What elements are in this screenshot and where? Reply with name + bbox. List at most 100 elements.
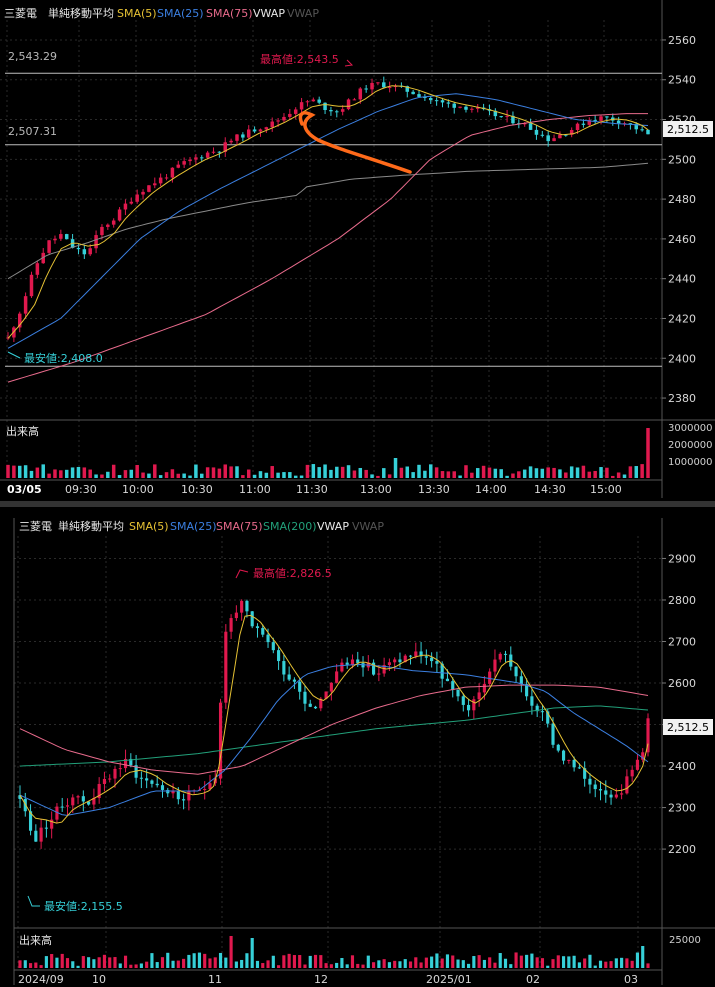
- ytick-label: 2480: [668, 193, 696, 206]
- volume-bar: [399, 467, 404, 478]
- daily-legend-sma5[interactable]: SMA(5): [129, 520, 169, 533]
- daily-legend-sma200[interactable]: SMA(200): [263, 520, 317, 533]
- volume-bar: [387, 474, 392, 478]
- candle: [329, 682, 333, 692]
- volume-bar: [575, 467, 580, 478]
- candle: [241, 134, 245, 138]
- xtick-label: 2025/01: [426, 973, 472, 986]
- candle: [255, 626, 260, 629]
- candle: [35, 263, 40, 275]
- volume-bar: [540, 958, 545, 968]
- candle: [235, 134, 239, 141]
- volume-bar: [572, 955, 576, 968]
- candle: [417, 94, 421, 97]
- legend-vwap[interactable]: VWAP: [253, 7, 285, 20]
- candle: [158, 177, 163, 184]
- xtick-label: 09:30: [65, 483, 97, 496]
- volume-bar: [182, 958, 186, 968]
- candle: [164, 177, 169, 179]
- volume-bar: [145, 961, 149, 968]
- candle: [106, 224, 110, 227]
- volume-bar: [60, 953, 64, 968]
- volume-bar: [583, 958, 587, 968]
- xtick-label: 2024/09: [18, 973, 64, 986]
- volume-bar: [451, 955, 455, 968]
- candle: [456, 689, 460, 697]
- intraday-stock-name: 三菱電: [4, 7, 37, 20]
- candle: [581, 123, 586, 125]
- volume-bar: [593, 965, 597, 968]
- candle: [250, 611, 254, 627]
- candle: [108, 778, 112, 780]
- candle: [477, 692, 481, 700]
- volume-bar: [511, 473, 515, 478]
- legend-sma25[interactable]: SMA(25): [157, 7, 204, 20]
- volume-bar: [622, 474, 627, 478]
- volume-bar: [197, 952, 201, 968]
- candle: [434, 100, 439, 102]
- xtick-label: 14:00: [475, 483, 507, 496]
- candle: [217, 151, 222, 153]
- volume-bar: [81, 956, 85, 968]
- volume-bar: [452, 471, 456, 478]
- volume-bar: [134, 964, 138, 968]
- candle: [620, 793, 624, 795]
- volume-bar: [646, 963, 650, 968]
- candle: [577, 767, 581, 769]
- candle: [311, 99, 316, 102]
- volume-bar: [100, 474, 104, 478]
- volume-bar: [628, 466, 633, 478]
- legend-vwap-2[interactable]: VWAP: [287, 7, 319, 20]
- candle: [141, 191, 145, 195]
- xtick-label: 10: [92, 973, 106, 986]
- daily-legend: 三菱電 単純移動平均 SMA(5) SMA(25) SMA(75) SMA(20…: [19, 519, 384, 533]
- volume-bar: [271, 955, 275, 968]
- volume-bar: [503, 958, 508, 968]
- volume-bar: [261, 963, 265, 968]
- ytick-label: 2400: [668, 760, 696, 773]
- candle: [150, 780, 154, 784]
- volume-bar: [12, 465, 16, 478]
- daily-legend-vwap[interactable]: VWAP: [317, 520, 349, 533]
- volume-bar: [561, 956, 566, 968]
- volume-bar: [240, 959, 244, 968]
- volume-bar: [118, 963, 122, 968]
- candle: [561, 750, 566, 761]
- volume-bar: [411, 472, 415, 478]
- daily-panel: [0, 508, 715, 987]
- intraday-indicator-name: 単純移動平均: [48, 6, 114, 20]
- daily-legend-vwap-2[interactable]: VWAP: [352, 520, 384, 533]
- candle: [176, 790, 180, 800]
- volume-bar: [611, 475, 615, 478]
- volume-bar: [440, 958, 444, 968]
- volume-bar: [166, 952, 170, 968]
- ytick-label: 2900: [668, 552, 696, 565]
- volume-bar: [246, 469, 251, 478]
- candle: [430, 657, 434, 662]
- candle: [498, 653, 502, 660]
- legend-sma75[interactable]: SMA(75): [206, 7, 253, 20]
- legend-sma5[interactable]: SMA(5): [117, 7, 157, 20]
- volume-bar: [117, 475, 122, 478]
- xtick-label: 02: [526, 973, 540, 986]
- volume-bar: [461, 960, 465, 968]
- candle: [530, 696, 534, 706]
- volume-bar: [535, 957, 539, 968]
- ytick-label: 2440: [668, 273, 696, 286]
- volume-bar: [445, 954, 450, 968]
- volume-bar: [123, 955, 128, 968]
- volume-bar: [241, 475, 245, 478]
- volume-bar: [470, 472, 474, 478]
- daily-legend-sma75[interactable]: SMA(75): [216, 520, 263, 533]
- volume-bar: [205, 467, 210, 478]
- candle: [635, 759, 640, 770]
- volume-bar: [405, 466, 410, 478]
- volume-bar: [129, 469, 134, 478]
- ytick-label: 2800: [668, 594, 696, 607]
- candle: [258, 129, 263, 132]
- candle: [552, 138, 556, 142]
- volume-bar: [598, 960, 603, 968]
- daily-legend-sma25[interactable]: SMA(25): [170, 520, 217, 533]
- volume-bar: [419, 962, 423, 968]
- candle: [377, 673, 381, 675]
